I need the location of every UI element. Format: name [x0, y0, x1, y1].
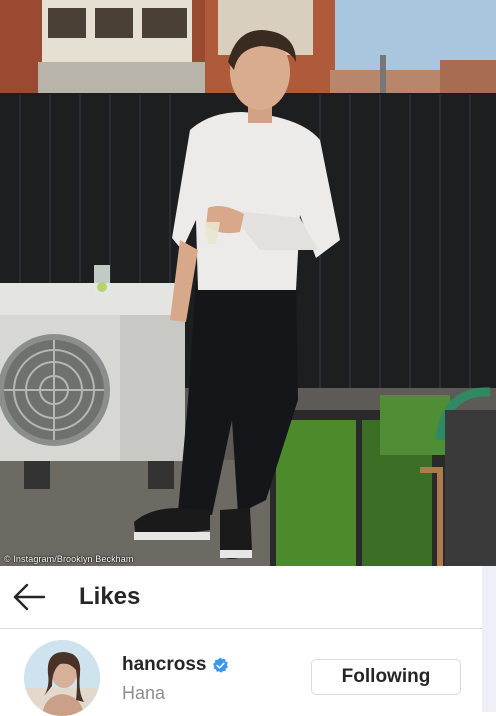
- display-name: Hana: [122, 683, 166, 703]
- following-button[interactable]: Following: [311, 659, 461, 695]
- username[interactable]: hancross: [122, 654, 206, 676]
- rooftop-photo: [0, 0, 496, 566]
- avatar[interactable]: [24, 640, 100, 716]
- verified-badge-icon: [213, 657, 229, 673]
- photo-credit: © Instagram/Brooklyn Beckham: [4, 554, 134, 564]
- post-photo: © Instagram/Brooklyn Beckham: [0, 0, 496, 566]
- page-title: Likes: [79, 583, 141, 610]
- back-button[interactable]: [12, 582, 46, 612]
- scroll-gutter: [482, 566, 496, 712]
- likes-header: Likes: [0, 566, 482, 629]
- list-item: hancross Hana Following: [0, 629, 482, 716]
- profile-photo: [24, 640, 100, 716]
- arrow-left-icon: [13, 583, 46, 611]
